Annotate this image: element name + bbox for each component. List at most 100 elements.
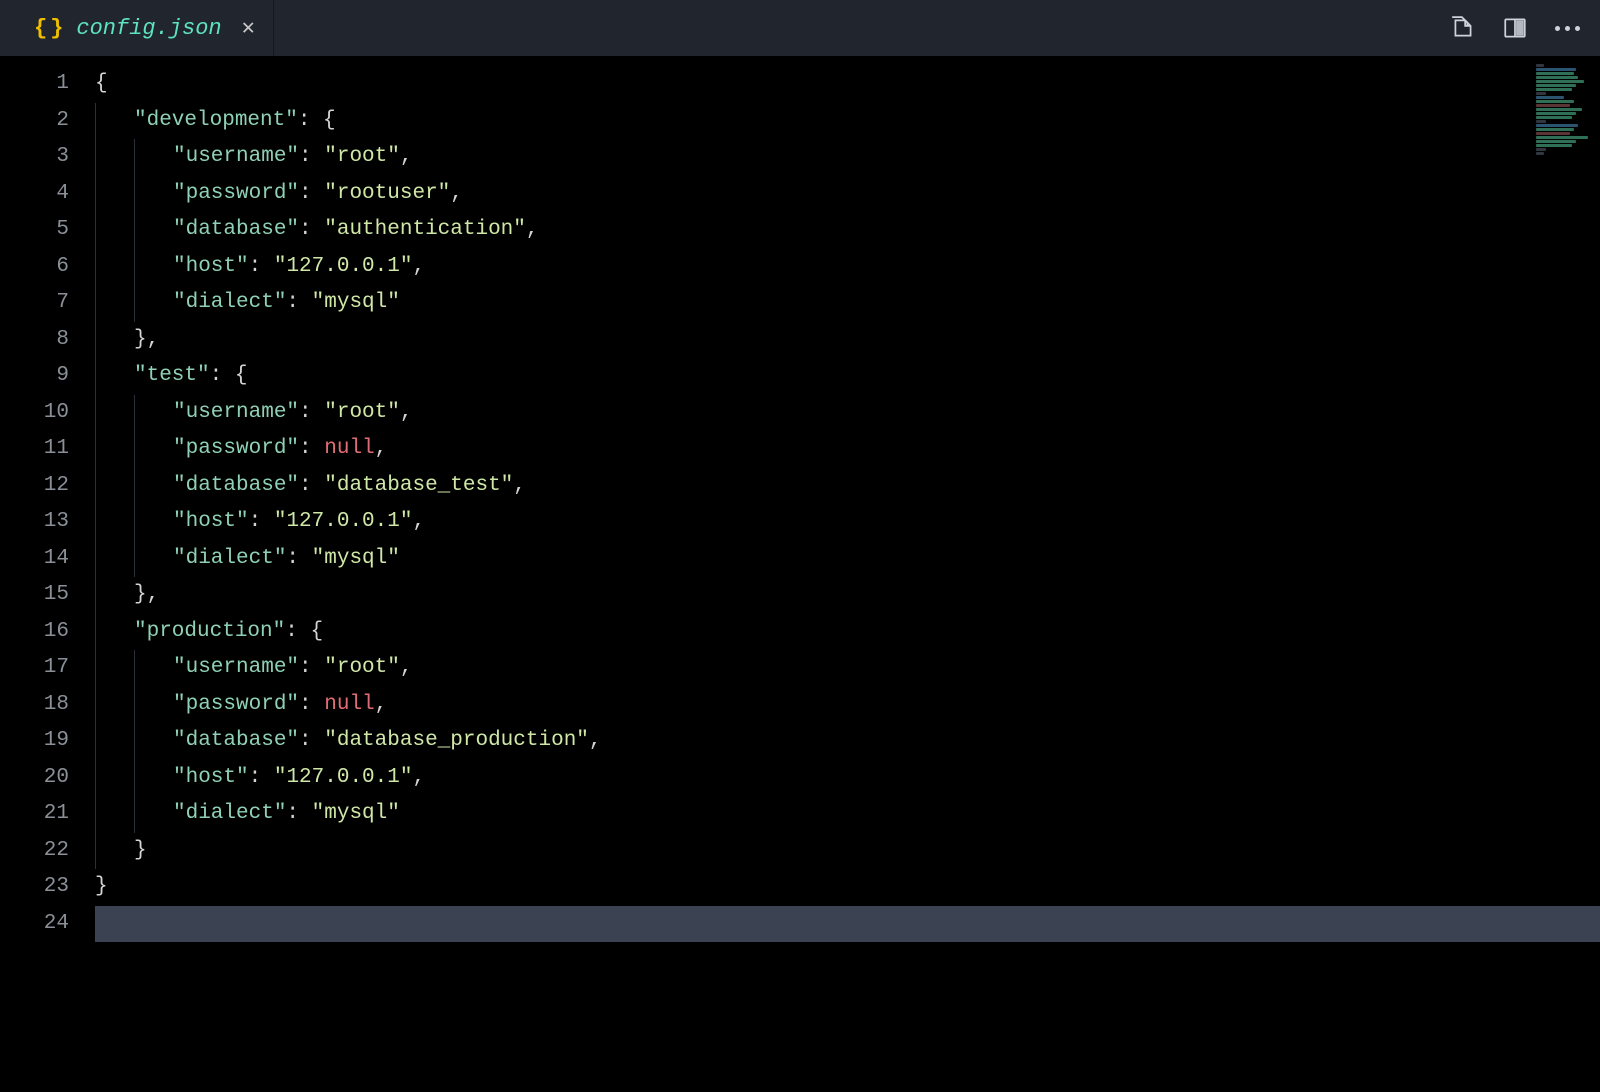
- json-punct: :: [299, 145, 324, 168]
- json-punct: : {: [298, 109, 336, 132]
- json-punct: :: [299, 474, 324, 497]
- code-line[interactable]: "dialect": "mysql": [95, 285, 1600, 322]
- code-line[interactable]: "test": {: [95, 358, 1600, 395]
- code-line[interactable]: {: [95, 66, 1600, 103]
- indent-guide: [95, 431, 96, 468]
- tabs: {} config.json ✕: [8, 0, 274, 56]
- indent-guide: [95, 650, 96, 687]
- code-line[interactable]: "username": "root",: [95, 395, 1600, 432]
- open-changes-icon[interactable]: [1448, 13, 1478, 43]
- json-punct: :: [299, 656, 324, 679]
- code-line[interactable]: "host": "127.0.0.1",: [95, 760, 1600, 797]
- indent-guide: [95, 468, 96, 505]
- json-key: "database": [173, 218, 299, 241]
- json-punct: :: [286, 547, 311, 570]
- json-punct: ,: [412, 766, 425, 789]
- json-key: "dialect": [173, 547, 286, 570]
- code-line[interactable]: "host": "127.0.0.1",: [95, 249, 1600, 286]
- minimap-row: [1536, 92, 1546, 95]
- code-line[interactable]: "dialect": "mysql": [95, 541, 1600, 578]
- code-line[interactable]: "password": null,: [95, 687, 1600, 724]
- json-punct: :: [286, 291, 311, 314]
- minimap-row: [1536, 136, 1588, 139]
- indent-guide: [134, 504, 135, 541]
- minimap-row: [1536, 80, 1584, 83]
- split-editor-icon[interactable]: [1500, 13, 1530, 43]
- line-number: 17: [0, 650, 69, 687]
- json-punct: ,: [400, 656, 413, 679]
- json-key: "host": [173, 255, 249, 278]
- json-punct: ,: [526, 218, 539, 241]
- indent-guide: [95, 395, 96, 432]
- line-number: 5: [0, 212, 69, 249]
- more-actions-icon[interactable]: [1552, 13, 1582, 43]
- json-punct: ,: [375, 437, 388, 460]
- code-area[interactable]: {"development": {"username": "root","pas…: [95, 56, 1600, 1092]
- line-number: 20: [0, 760, 69, 797]
- json-punct: :: [249, 255, 274, 278]
- minimap-row: [1536, 76, 1578, 79]
- json-punct: :: [286, 802, 311, 825]
- json-string: "mysql": [312, 802, 400, 825]
- code-line[interactable]: "database": "database_production",: [95, 723, 1600, 760]
- json-punct: :: [299, 729, 324, 752]
- code-line[interactable]: "username": "root",: [95, 139, 1600, 176]
- json-key: "test": [134, 364, 210, 387]
- indent-guide: [95, 176, 96, 213]
- code-line[interactable]: }: [95, 833, 1600, 870]
- minimap-row: [1536, 120, 1546, 123]
- code-line[interactable]: "dialect": "mysql": [95, 796, 1600, 833]
- code-line[interactable]: "username": "root",: [95, 650, 1600, 687]
- code-line[interactable]: "password": "rootuser",: [95, 176, 1600, 213]
- json-string: "root": [324, 145, 400, 168]
- line-number: 18: [0, 687, 69, 724]
- line-number: 22: [0, 833, 69, 870]
- code-line[interactable]: "production": {: [95, 614, 1600, 651]
- code-line[interactable]: },: [95, 577, 1600, 614]
- json-punct: ,: [412, 510, 425, 533]
- indent-guide: [134, 285, 135, 322]
- json-key: "password": [173, 437, 299, 460]
- editor-pane[interactable]: 123456789101112131415161718192021222324 …: [0, 56, 1600, 1092]
- json-string: "127.0.0.1": [274, 766, 413, 789]
- close-icon[interactable]: ✕: [242, 15, 255, 41]
- code-line[interactable]: "host": "127.0.0.1",: [95, 504, 1600, 541]
- code-line[interactable]: "development": {: [95, 103, 1600, 140]
- tab-config-json[interactable]: {} config.json ✕: [8, 0, 274, 56]
- json-key: "username": [173, 145, 299, 168]
- line-number: 21: [0, 796, 69, 833]
- line-number: 7: [0, 285, 69, 322]
- json-string: "authentication": [324, 218, 526, 241]
- minimap-row: [1536, 88, 1572, 91]
- code-line[interactable]: }: [95, 869, 1600, 906]
- minimap-row: [1536, 140, 1576, 143]
- code-line[interactable]: [95, 906, 1600, 943]
- json-punct: :: [299, 437, 324, 460]
- indent-guide: [95, 322, 96, 359]
- json-punct: }: [95, 875, 108, 898]
- minimap-row: [1536, 148, 1546, 151]
- json-string: "mysql": [312, 291, 400, 314]
- minimap-row: [1536, 96, 1564, 99]
- json-string: "mysql": [312, 547, 400, 570]
- json-punct: ,: [450, 182, 463, 205]
- minimap[interactable]: [1536, 64, 1592, 156]
- code-line[interactable]: },: [95, 322, 1600, 359]
- json-key: "dialect": [173, 802, 286, 825]
- line-number: 15: [0, 577, 69, 614]
- minimap-row: [1536, 116, 1572, 119]
- json-string: "rootuser": [324, 182, 450, 205]
- code-editor: {} config.json ✕ 12345678910111213141516…: [0, 0, 1600, 1092]
- code-line[interactable]: "database": "authentication",: [95, 212, 1600, 249]
- line-number: 3: [0, 139, 69, 176]
- minimap-row: [1536, 72, 1574, 75]
- code-line[interactable]: "database": "database_test",: [95, 468, 1600, 505]
- json-key: "development": [134, 109, 298, 132]
- json-key: "username": [173, 656, 299, 679]
- tabbar: {} config.json ✕: [0, 0, 1600, 56]
- json-punct: ,: [412, 255, 425, 278]
- json-punct: :: [299, 693, 324, 716]
- json-key: "username": [173, 401, 299, 424]
- json-key: "production": [134, 620, 285, 643]
- code-line[interactable]: "password": null,: [95, 431, 1600, 468]
